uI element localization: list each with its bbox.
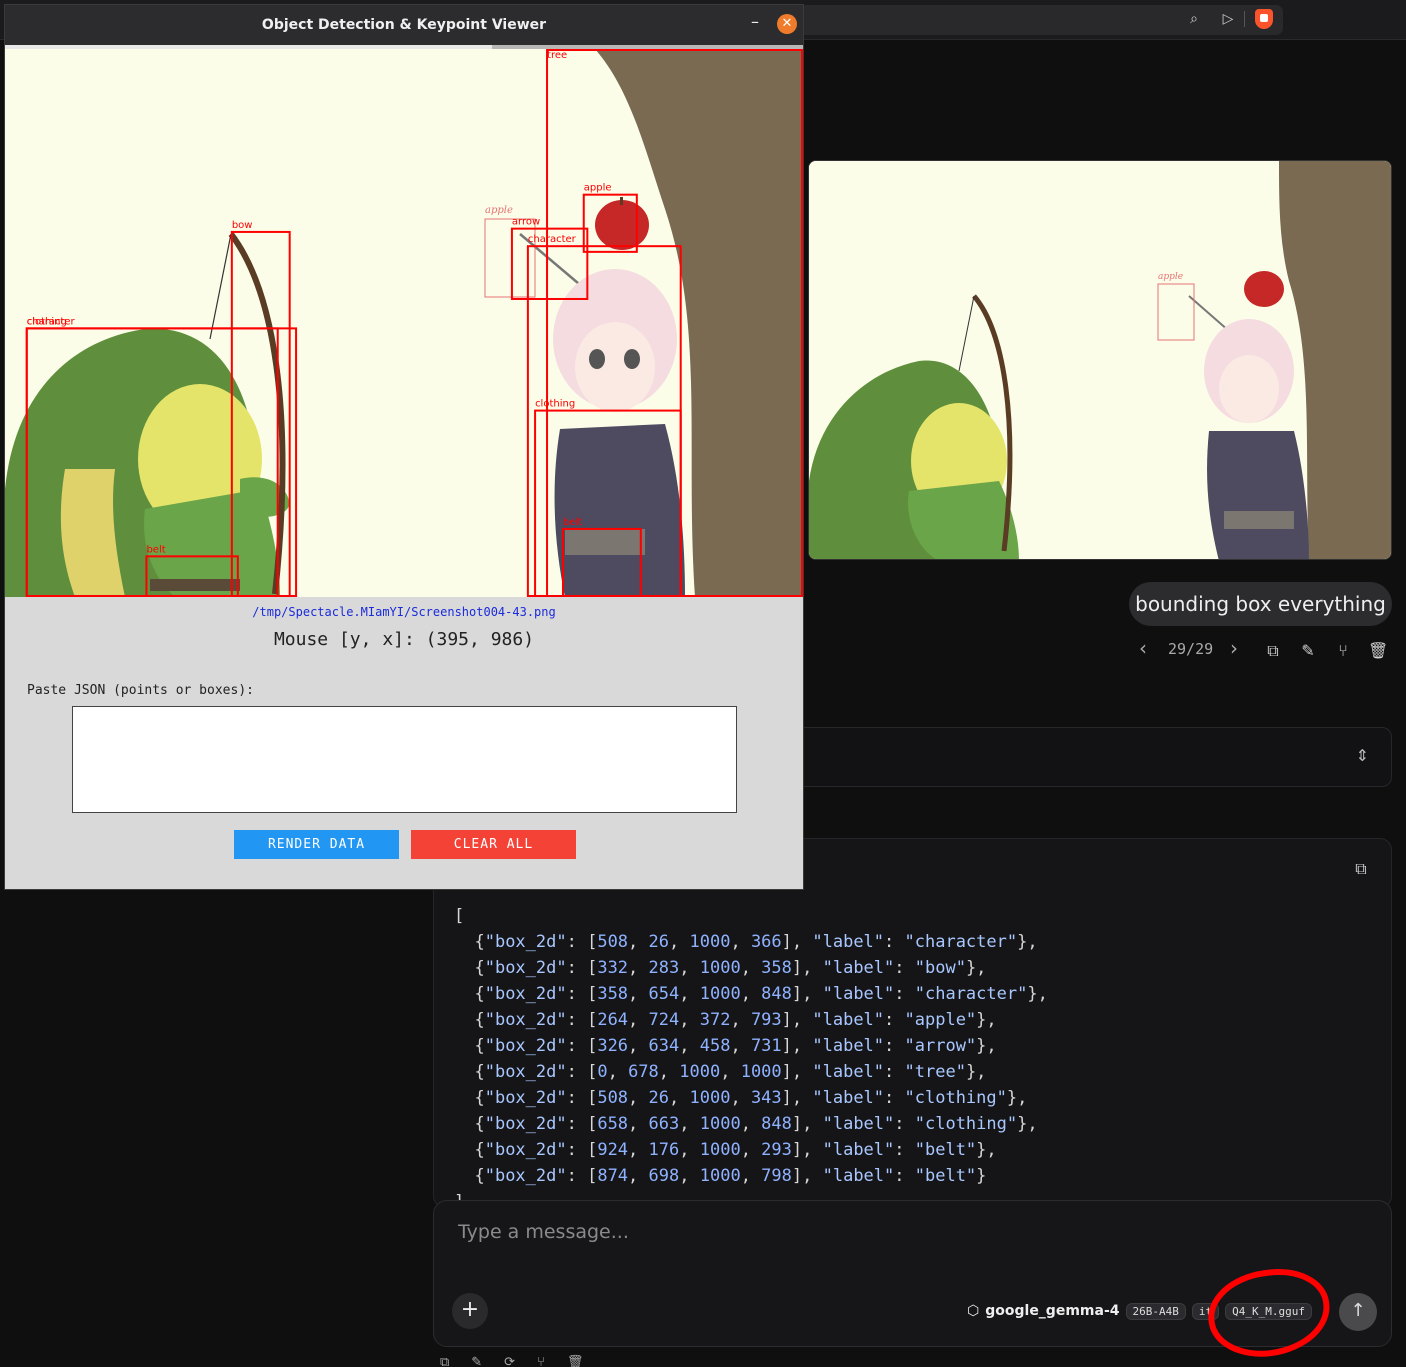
copy-icon[interactable]: ⧉: [1263, 641, 1283, 661]
file-path: /tmp/Spectacle.MIamYI/Screenshot004-43.p…: [252, 605, 556, 619]
detection-label-belt: belt: [146, 544, 165, 555]
preview-annotation-label: apple: [1158, 272, 1183, 282]
attached-image-illustration: apple: [809, 161, 1391, 559]
detection-label-bow: bow: [232, 220, 253, 231]
scene-illustration: [5, 49, 803, 597]
annotated-image: apple characterbowcharacterapplearrowtre…: [5, 49, 803, 597]
message-counter: 29/29: [1168, 640, 1214, 658]
detection-label-arrow: arrow: [512, 217, 540, 228]
window-title: Object Detection & Keypoint Viewer: [5, 5, 803, 45]
zoom-icon[interactable]: ⌕: [1185, 10, 1203, 28]
image-canvas[interactable]: apple character bow character apple arrow tre…: [5, 49, 803, 597]
model-chip-size: 26B-A4B: [1125, 1302, 1186, 1320]
branch-icon[interactable]: ⑂: [1333, 641, 1353, 661]
desktop: ⌕ ▷ apple bounding box everything ‹ 29/2…: [0, 0, 1406, 1367]
prev-message-icon[interactable]: ‹: [1139, 636, 1147, 660]
json-input[interactable]: [72, 706, 737, 813]
message-input[interactable]: [458, 1217, 1358, 1247]
attach-button[interactable]: +: [452, 1293, 488, 1329]
next-message-icon[interactable]: ›: [1230, 636, 1238, 660]
chevron-updown-icon[interactable]: ⇕: [1356, 746, 1369, 765]
toolbar-divider: [1244, 11, 1245, 27]
close-button[interactable]: ✕: [777, 14, 797, 34]
detection-label-clothing: clothing: [27, 316, 67, 327]
json-code: [ {"box_2d": [508, 26, 1000, 366], "labe…: [454, 906, 1048, 1207]
detection-label-belt: belt: [563, 517, 582, 528]
chat-attached-image[interactable]: apple: [808, 160, 1392, 560]
bottom-action-icons: ⧉✎⟳⑂🗑: [440, 1355, 606, 1367]
copy-code-icon[interactable]: ⧉: [1351, 859, 1371, 879]
detection-label-character: character: [528, 234, 577, 245]
mouse-readout: Mouse [y, x]: (395, 986): [273, 629, 535, 650]
detection-label-clothing: clothing: [535, 399, 575, 410]
send-tab-icon[interactable]: ▷: [1219, 10, 1237, 28]
render-data-button[interactable]: RENDER DATA: [234, 830, 399, 859]
assistant-code-block: ⧉ [ {"box_2d": [508, 26, 1000, 366], "la…: [433, 838, 1392, 1208]
send-button[interactable]: ↑: [1339, 1293, 1377, 1331]
cube-icon: ⬡: [967, 1303, 980, 1319]
detection-label-tree: tree: [547, 50, 567, 61]
detection-label-apple: apple: [584, 183, 612, 194]
trash-icon[interactable]: 🗑: [1368, 641, 1388, 661]
user-message: bounding box everything: [1129, 582, 1392, 626]
minimize-button[interactable]: –: [745, 12, 765, 32]
edit-icon[interactable]: ✎: [1298, 641, 1318, 661]
model-name: google_gemma-4: [985, 1303, 1120, 1319]
viewer-window: Object Detection & Keypoint Viewer – ✕ a…: [4, 4, 804, 890]
clear-all-button[interactable]: CLEAR ALL: [411, 830, 576, 859]
brave-shield-icon[interactable]: [1255, 9, 1273, 29]
paste-json-label: Paste JSON (points or boxes):: [27, 683, 254, 698]
faint-annotation-label: apple: [485, 205, 513, 216]
